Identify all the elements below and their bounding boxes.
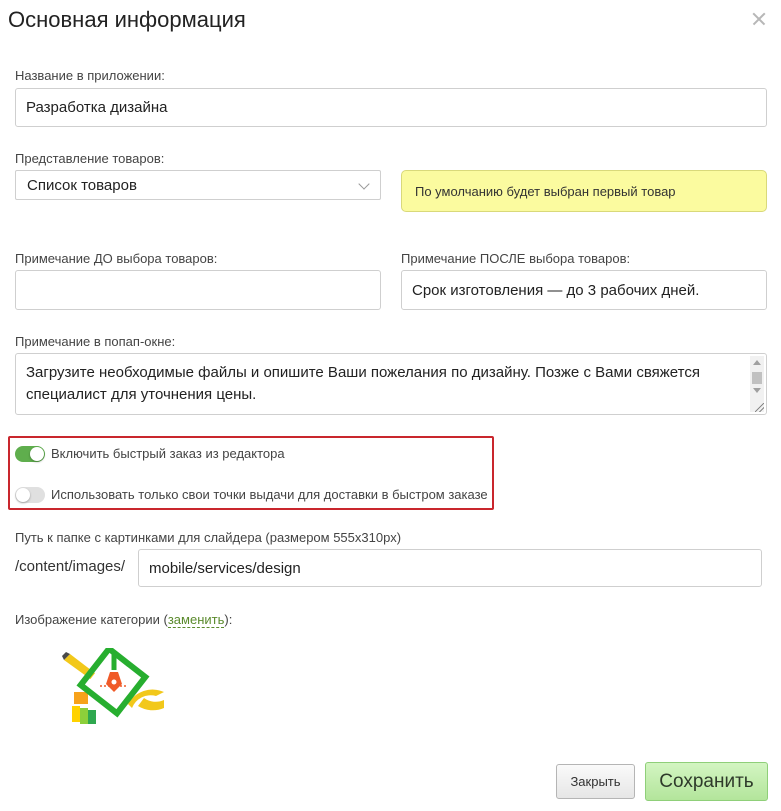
category-image-label-end: ):: [224, 612, 233, 627]
popup-note-textarea[interactable]: Загрузите необходимые файлы и опишите Ва…: [15, 353, 767, 415]
close-icon[interactable]: [750, 10, 768, 28]
category-image-label: Изображение категории (заменить):: [15, 612, 233, 628]
note-after-label: Примечание ПОСЛЕ выбора товаров:: [401, 251, 631, 266]
app-name-label: Название в приложении:: [15, 68, 165, 83]
toggle-knob: [30, 447, 44, 461]
own-pickup-label: Использовать только свои точки выдачи дл…: [51, 487, 488, 502]
resize-grip-icon[interactable]: [755, 403, 764, 412]
toggle-knob: [16, 488, 30, 502]
note-before-input[interactable]: [15, 270, 381, 310]
quick-order-toggle[interactable]: [15, 446, 45, 462]
scroll-up-icon[interactable]: [753, 360, 761, 365]
product-view-label: Представление товаров:: [15, 151, 165, 166]
replace-link[interactable]: заменить: [167, 612, 225, 628]
popup-note-text: Загрузите необходимые файлы и опишите Ва…: [26, 364, 700, 403]
slider-path-input[interactable]: mobile/services/design: [138, 549, 762, 587]
quick-order-label: Включить быстрый заказ из редактора: [51, 446, 285, 461]
category-image-label-start: Изображение категории (: [15, 612, 168, 627]
close-button[interactable]: Закрыть: [556, 764, 635, 799]
product-view-select[interactable]: Список товаров: [15, 170, 381, 200]
scroll-down-icon[interactable]: [753, 388, 761, 393]
save-button[interactable]: Сохранить: [645, 762, 768, 801]
popup-note-label: Примечание в попап-окне:: [15, 334, 176, 349]
default-hint: По умолчанию будет выбран первый товар: [401, 170, 767, 212]
own-pickup-toggle[interactable]: [15, 487, 45, 503]
note-before-label: Примечание ДО выбора товаров:: [15, 251, 218, 266]
product-view-value: Список товаров: [27, 176, 137, 194]
dialog-title: Основная информация: [8, 7, 246, 32]
scroll-thumb[interactable]: [752, 372, 762, 384]
slider-path-label: Путь к папке с картинками для слайдера (…: [15, 530, 402, 545]
chevron-down-icon: [358, 178, 370, 190]
app-name-input[interactable]: Разработка дизайна: [15, 88, 767, 127]
note-after-input[interactable]: Срок изготовления — до 3 рабочих дней.: [401, 270, 767, 310]
design-tools-icon[interactable]: [60, 648, 170, 728]
slider-path-prefix: /content/images/: [15, 558, 126, 575]
